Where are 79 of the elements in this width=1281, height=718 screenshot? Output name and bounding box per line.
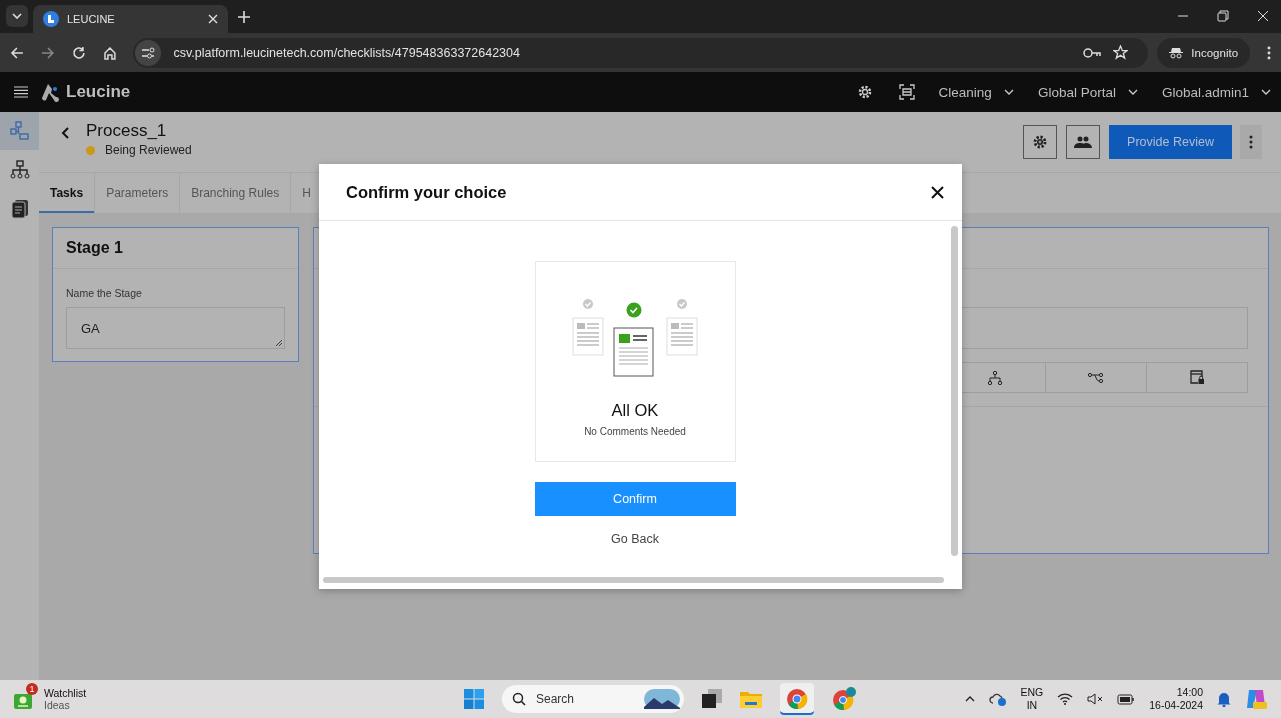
process-title: Process_1 bbox=[86, 121, 168, 141]
stage-name-field[interactable]: GA bbox=[66, 307, 285, 349]
copilot-icon[interactable] bbox=[1245, 688, 1267, 710]
battery-icon[interactable] bbox=[1117, 693, 1136, 705]
result-subtitle: No Comments Needed bbox=[584, 426, 686, 437]
folder-icon[interactable] bbox=[740, 690, 762, 708]
chevron-up-icon[interactable] bbox=[964, 696, 975, 702]
tab[interactable]: Tasks bbox=[39, 173, 96, 213]
cloud-icon[interactable] bbox=[988, 692, 1007, 706]
chevron-down-icon bbox=[1261, 89, 1271, 95]
tab-list-button[interactable] bbox=[6, 5, 28, 27]
browser-tab[interactable]: LEUCINE bbox=[33, 5, 228, 33]
connector-icon bbox=[1088, 371, 1104, 384]
back-chevron-icon[interactable] bbox=[61, 127, 69, 139]
provide-review-button[interactable]: Provide Review bbox=[1109, 125, 1232, 159]
address-bar[interactable]: csv.platform.leucinetech.com/checklists/479548363372642304 bbox=[133, 37, 1149, 68]
browser-profile-icon[interactable] bbox=[832, 687, 856, 711]
stage-title: Stage 1 bbox=[53, 228, 298, 269]
people-icon bbox=[1074, 136, 1092, 148]
vertical-scrollbar[interactable] bbox=[951, 226, 958, 556]
more-options-icon[interactable] bbox=[1267, 45, 1271, 60]
brand-name: Leucine bbox=[66, 82, 131, 102]
tab[interactable]: Parameters bbox=[95, 173, 181, 213]
widget-title: Watchlist bbox=[44, 687, 87, 699]
header-dropdown[interactable]: Cleaning bbox=[938, 84, 1014, 100]
tab[interactable]: Branching Rules bbox=[180, 173, 292, 213]
menu-icon[interactable] bbox=[14, 86, 28, 98]
resize-handle-icon[interactable] bbox=[276, 340, 282, 346]
new-tab-icon[interactable] bbox=[238, 11, 250, 23]
url-text: csv.platform.leucinetech.com/checklists/479548363372642304 bbox=[173, 45, 520, 60]
chevron-down-icon bbox=[1003, 89, 1014, 95]
landscape-picture bbox=[644, 689, 680, 709]
header-dropdown[interactable]: Global Portal bbox=[1037, 84, 1138, 100]
bell-icon[interactable] bbox=[1217, 691, 1231, 707]
gear-icon bbox=[1032, 134, 1048, 150]
brand-logo-icon bbox=[40, 82, 60, 102]
kebab-icon bbox=[1249, 135, 1253, 149]
chevron-down-icon bbox=[12, 13, 22, 19]
settings-button[interactable] bbox=[1023, 125, 1057, 159]
restore-icon[interactable] bbox=[1217, 10, 1229, 22]
settings-icon[interactable] bbox=[856, 84, 873, 100]
tool-button[interactable] bbox=[1146, 362, 1248, 393]
dialog-title: Confirm your choice bbox=[346, 182, 507, 202]
site-logo-icon bbox=[43, 11, 59, 27]
flowchart-icon bbox=[9, 121, 30, 141]
go-back-button[interactable]: Go Back bbox=[611, 532, 659, 546]
collaborators-button[interactable] bbox=[1066, 125, 1100, 159]
header-dropdown[interactable]: Global.admin1 bbox=[1161, 84, 1271, 100]
field-label: Name the Stage bbox=[66, 287, 143, 299]
report-icon bbox=[9, 199, 30, 219]
wifi-icon[interactable] bbox=[1057, 693, 1074, 705]
notification-badge: 1 bbox=[26, 683, 38, 695]
branch-icon bbox=[988, 370, 1002, 385]
hierarchy-icon bbox=[9, 160, 30, 180]
key-icon[interactable] bbox=[1083, 46, 1102, 59]
scan-icon[interactable] bbox=[898, 84, 915, 100]
status-label: Being Reviewed bbox=[105, 143, 192, 157]
clock[interactable]: 14:00 16-04-2024 bbox=[1149, 685, 1203, 713]
incognito-badge[interactable]: Incognito bbox=[1157, 37, 1251, 68]
star-icon[interactable] bbox=[1113, 45, 1129, 60]
windows-start-icon[interactable] bbox=[464, 689, 484, 709]
browser-app-icon[interactable] bbox=[780, 683, 814, 715]
close-icon[interactable] bbox=[931, 185, 944, 199]
chevron-down-icon bbox=[1127, 89, 1138, 95]
language-indicator[interactable]: ENG IN bbox=[1020, 685, 1044, 713]
taskbar-search-field[interactable]: Search bbox=[502, 685, 684, 713]
forward-arrow-icon[interactable] bbox=[40, 45, 55, 60]
locked-card-icon bbox=[1189, 370, 1205, 385]
widget-subtitle: Ideas bbox=[44, 699, 71, 711]
home-icon[interactable] bbox=[102, 45, 117, 60]
task-view-icon[interactable] bbox=[702, 689, 722, 709]
reload-icon[interactable] bbox=[71, 45, 86, 60]
search-icon bbox=[512, 692, 526, 706]
horizontal-scrollbar[interactable] bbox=[323, 577, 944, 583]
site-settings-icon[interactable] bbox=[135, 39, 162, 66]
result-title: All OK bbox=[611, 401, 659, 420]
muted-speaker-icon[interactable] bbox=[1087, 693, 1104, 705]
back-arrow-icon[interactable] bbox=[10, 45, 24, 60]
tab-title: LEUCINE bbox=[67, 13, 116, 25]
